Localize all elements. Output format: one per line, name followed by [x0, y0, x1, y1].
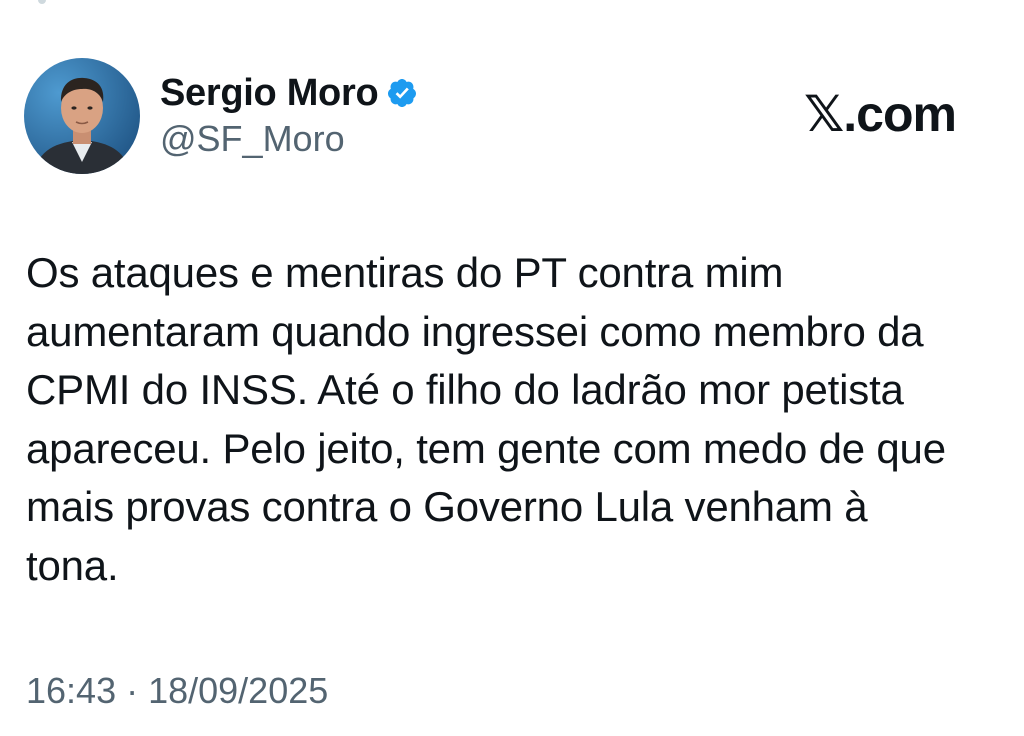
- top-edge-fragment: [38, 0, 46, 4]
- author-handle[interactable]: @SF_Moro: [160, 118, 345, 160]
- author-display-name[interactable]: Sergio Moro: [160, 72, 379, 115]
- verified-badge-icon: [386, 77, 418, 109]
- tweet-text-line: CPMI do INSS. Até o filho do ladrão mor …: [26, 366, 904, 413]
- tweet-text: Os ataques e mentiras do PT contra mim a…: [26, 244, 1006, 595]
- avatar[interactable]: [24, 58, 140, 174]
- author-name-row: Sergio Moro: [160, 70, 418, 116]
- tweet-text-line: aumentaram quando ingressei como membro …: [26, 307, 924, 355]
- tweet-text-line: mais provas contra o Governo Lula venham…: [26, 483, 868, 530]
- tweet-text-line: Os ataques e mentiras do PT contra mim: [26, 249, 784, 296]
- tweet-timestamp[interactable]: 16:43 · 18/09/2025: [26, 670, 328, 712]
- tweet-card: Sergio Moro @SF_Moro 𝕏.com Os ataques e …: [0, 0, 1024, 736]
- brand-label: 𝕏.com: [804, 86, 957, 142]
- tweet-text-line: tona.: [26, 541, 119, 589]
- tweet-text-line: apareceu. Pelo jeito, tem gente com medo…: [26, 424, 946, 472]
